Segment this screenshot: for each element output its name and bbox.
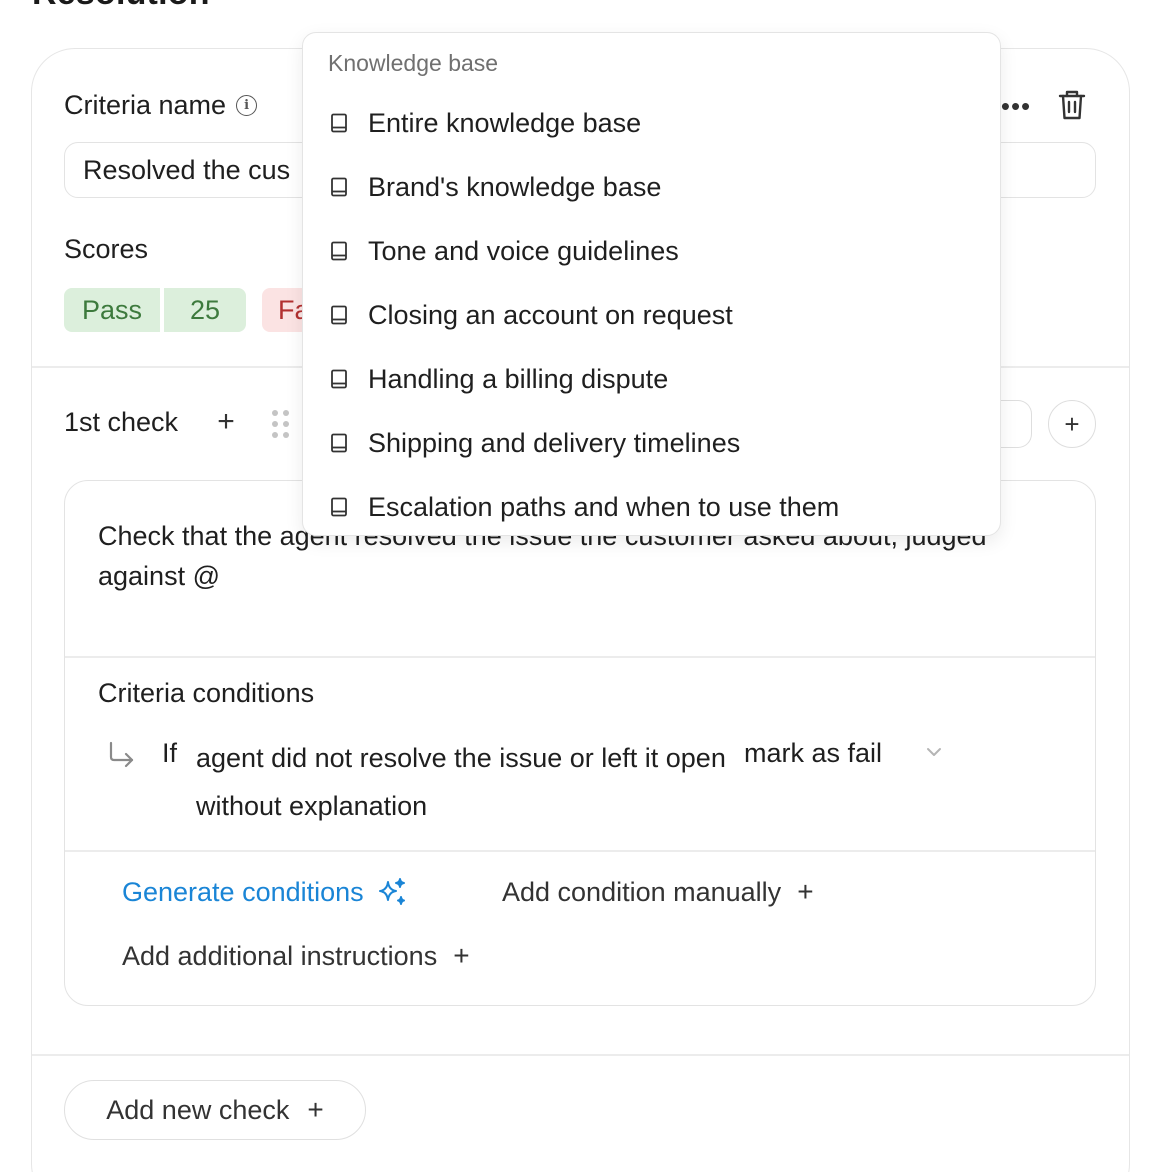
add-condition-manually-label: Add condition manually <box>502 876 782 907</box>
pass-score-label[interactable]: Pass <box>64 288 160 332</box>
footer-divider <box>32 1054 1129 1056</box>
generate-conditions-button[interactable]: Generate conditions <box>122 876 408 908</box>
criteria-name-text: Criteria name <box>64 90 227 120</box>
dropdown-item-label: Tone and voice guidelines <box>368 235 679 266</box>
book-icon <box>331 369 347 389</box>
dropdown-item[interactable]: Tone and voice guidelines <box>328 231 679 271</box>
book-icon <box>331 113 347 133</box>
book-icon <box>331 305 347 325</box>
dropdown-item-label: Handling a billing dispute <box>368 363 669 394</box>
add-condition-manually-button[interactable]: Add condition manually + <box>502 876 814 908</box>
book-icon <box>331 241 347 261</box>
plus-icon: + <box>453 940 470 971</box>
plus-icon: + <box>797 876 814 907</box>
more-options-icon[interactable]: ••• <box>998 91 1034 121</box>
condition-if-label: If <box>162 738 178 768</box>
return-arrow-icon <box>106 740 136 770</box>
condition-text[interactable]: agent did not resolve the issue or left … <box>196 734 726 830</box>
dropdown-header: Knowledge base <box>328 50 499 76</box>
chevron-down-icon[interactable] <box>924 742 944 762</box>
add-instructions-label: Add additional instructions <box>122 940 438 971</box>
knowledge-base-dropdown: Knowledge base Entire knowledge base Bra… <box>302 32 1001 536</box>
dropdown-item-label: Closing an account on request <box>368 299 733 330</box>
dropdown-item[interactable]: Escalation paths and when to use them <box>328 487 839 527</box>
dropdown-item-label: Shipping and delivery timelines <box>368 427 741 458</box>
info-icon[interactable]: i <box>236 95 258 116</box>
pass-score-value[interactable]: 25 <box>164 288 246 332</box>
add-new-check-label: Add new check <box>106 1094 290 1125</box>
book-icon <box>331 433 347 453</box>
condition-action-select[interactable]: mark as fail <box>744 738 882 769</box>
dropdown-item[interactable]: Closing an account on request <box>328 295 733 335</box>
dropdown-item-label: Entire knowledge base <box>368 107 642 138</box>
criteria-conditions-title: Criteria conditions <box>98 678 315 708</box>
dropdown-item[interactable]: Entire knowledge base <box>328 103 641 143</box>
conditions-divider <box>65 850 1095 852</box>
check-box-divider <box>65 656 1095 658</box>
add-check-item-icon[interactable]: + <box>214 405 238 439</box>
dropdown-item[interactable]: Shipping and delivery timelines <box>328 423 740 463</box>
criteria-name-value: Resolved the cus <box>83 154 291 185</box>
generate-conditions-label: Generate conditions <box>122 876 364 907</box>
dropdown-item[interactable]: Handling a billing dispute <box>328 359 668 399</box>
plus-icon: + <box>307 1094 324 1125</box>
add-new-check-button[interactable]: Add new check + <box>64 1080 366 1140</box>
sparkle-icon <box>378 878 405 905</box>
section-title: Resolution <box>32 0 210 13</box>
dropdown-item-label: Brand's knowledge base <box>368 171 662 202</box>
check-label: 1st check <box>64 407 179 437</box>
trash-icon[interactable] <box>1056 88 1088 122</box>
add-instructions-button[interactable]: Add additional instructions + <box>122 940 470 972</box>
book-icon <box>331 177 347 197</box>
book-icon <box>331 497 347 517</box>
dropdown-item-label: Escalation paths and when to use them <box>368 491 840 522</box>
drag-handle-icon[interactable] <box>272 410 290 438</box>
criteria-name-label: Criteria name i <box>64 90 258 121</box>
add-option-button[interactable]: + <box>1048 400 1096 448</box>
scores-label: Scores <box>64 234 149 264</box>
dropdown-item[interactable]: Brand's knowledge base <box>328 167 661 207</box>
